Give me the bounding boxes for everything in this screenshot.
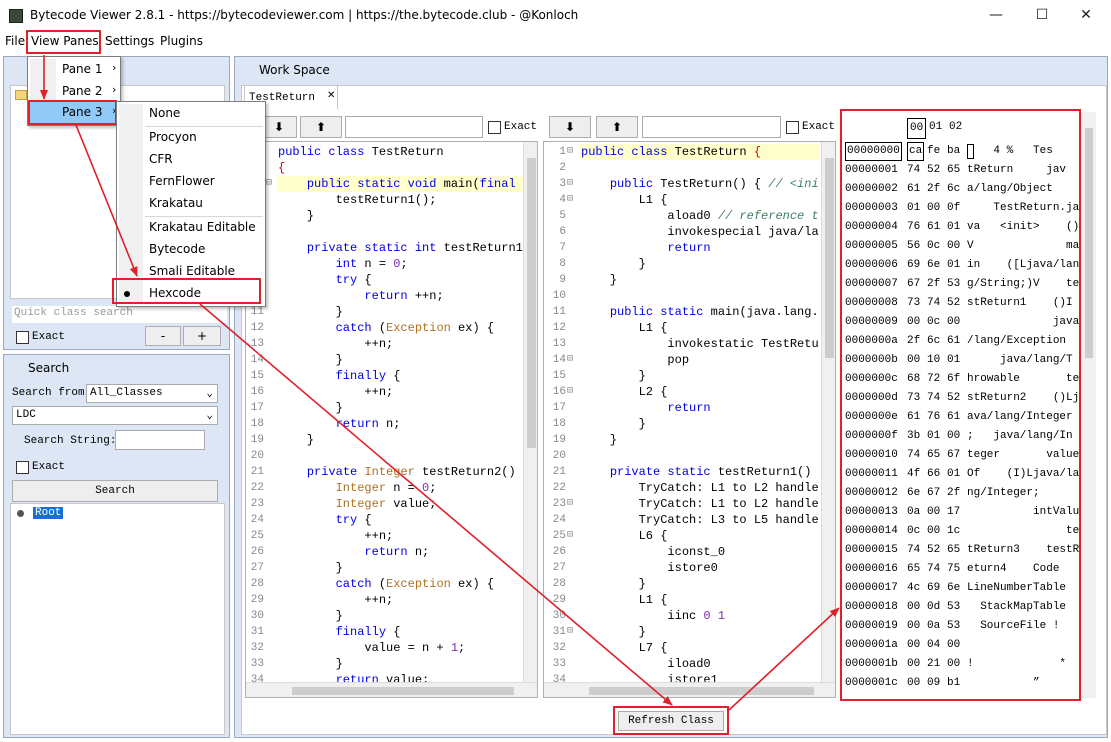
pane2-prev-button[interactable]: ⬇ bbox=[549, 116, 591, 138]
pane2-gutter: 1 2 3 4 5 6 7 8 9 10 11 12 13 14 15 16 1… bbox=[544, 142, 578, 686]
search-string-label: Search String: bbox=[24, 435, 117, 447]
pane1-editor[interactable]: 1 2 3 4 5 6 7 8 9 10 11 12 13 14 15 16 1… bbox=[245, 141, 538, 698]
menu-plugins[interactable]: Plugins bbox=[160, 34, 203, 48]
menu-item-pane2[interactable]: Pane 2 bbox=[62, 84, 103, 98]
search-exact-label: Exact bbox=[32, 461, 66, 473]
collapse-button[interactable]: - bbox=[145, 326, 181, 346]
chevron-down-icon: ⌄ bbox=[206, 410, 213, 422]
pane1-vscroll[interactable] bbox=[523, 142, 537, 682]
hexcode-highlight bbox=[112, 278, 261, 304]
close-button[interactable]: ✕ bbox=[1063, 0, 1109, 30]
chevron-down-icon: ⌄ bbox=[206, 388, 213, 400]
exact-checkbox[interactable] bbox=[16, 331, 29, 344]
arrow-down-icon: ⬇ bbox=[564, 120, 576, 134]
menu-item-procyon[interactable]: Procyon bbox=[149, 130, 197, 144]
search-from-label: Search from bbox=[12, 387, 85, 399]
search-exact-checkbox[interactable] bbox=[16, 461, 29, 474]
chevron-right-icon: › bbox=[112, 83, 117, 96]
workspace-title: Work Space bbox=[259, 63, 330, 77]
search-type-value: LDC bbox=[16, 409, 36, 421]
arrow-up-icon: ⬆ bbox=[611, 120, 623, 134]
arrow-up-icon: ⬆ bbox=[315, 120, 327, 134]
arrow-down-icon: ⬇ bbox=[273, 120, 285, 134]
menu-item-pane1[interactable]: Pane 1 bbox=[62, 62, 103, 76]
expand-button[interactable]: + bbox=[183, 326, 221, 346]
pane2-vscroll[interactable] bbox=[821, 142, 835, 682]
exact-label: Exact bbox=[32, 331, 66, 343]
hex-pane-highlight bbox=[840, 109, 1081, 701]
menu-settings[interactable]: Settings bbox=[105, 34, 154, 48]
menu-item-smali-editable[interactable]: Smali Editable bbox=[149, 264, 235, 278]
menu-item-krakatau[interactable]: Krakatau bbox=[149, 196, 203, 210]
search-from-value: All_Classes bbox=[90, 387, 163, 399]
menu-item-fernflower[interactable]: FernFlower bbox=[149, 174, 215, 188]
search-string-input[interactable] bbox=[115, 430, 205, 450]
menu-item-cfr[interactable]: CFR bbox=[149, 152, 173, 166]
search-panel-title: Search bbox=[28, 361, 70, 375]
folder-icon bbox=[15, 90, 27, 100]
app-icon bbox=[9, 9, 23, 23]
hex-vscroll[interactable] bbox=[1080, 112, 1096, 698]
search-button[interactable]: Search bbox=[12, 480, 218, 502]
pane2-exact-checkbox[interactable] bbox=[786, 121, 799, 134]
pane1-prev-button[interactable]: ⬇ bbox=[261, 116, 297, 138]
pane2-editor[interactable]: 1 2 3 4 5 6 7 8 9 10 11 12 13 14 15 16 1… bbox=[543, 141, 836, 698]
pane1-hscroll[interactable] bbox=[246, 682, 537, 697]
pane2-line-numbers: 1 2 3 4 5 6 7 8 9 10 11 12 13 14 15 16 1… bbox=[552, 146, 566, 686]
pane1-exact-checkbox[interactable] bbox=[488, 121, 501, 134]
pane2-search-input[interactable] bbox=[642, 116, 781, 138]
menu-item-none[interactable]: None bbox=[149, 106, 180, 120]
pane1-code: public class TestReturn { public static … bbox=[278, 145, 531, 687]
pane3-highlight bbox=[28, 100, 117, 125]
pane2-next-button[interactable]: ⬆ bbox=[596, 116, 638, 138]
search-type-select[interactable]: LDC ⌄ bbox=[12, 406, 218, 425]
minimize-button[interactable]: — bbox=[973, 0, 1019, 30]
pane1-search-input[interactable] bbox=[345, 116, 483, 138]
tree-root[interactable]: Root bbox=[33, 507, 64, 519]
refresh-highlight bbox=[613, 706, 729, 735]
pane1-exact-label: Exact bbox=[504, 121, 538, 133]
window-title: Bytecode Viewer 2.8.1 - https://bytecode… bbox=[30, 8, 579, 22]
chevron-right-icon: › bbox=[112, 61, 117, 74]
menu-bar: File View Panes Settings Plugins bbox=[0, 32, 1111, 52]
close-icon[interactable]: ✕ bbox=[327, 90, 335, 101]
tree-node-icon bbox=[17, 510, 24, 517]
menu-item-bytecode[interactable]: Bytecode bbox=[149, 242, 205, 256]
pane3-submenu: None Procyon CFR FernFlower Krakatau Kra… bbox=[116, 101, 266, 307]
pane2-hscroll[interactable] bbox=[544, 682, 835, 697]
menu-file[interactable]: File bbox=[5, 34, 25, 48]
pane1-next-button[interactable]: ⬆ bbox=[300, 116, 342, 138]
search-results-tree: Root bbox=[10, 503, 225, 735]
maximize-button[interactable]: ☐ bbox=[1019, 0, 1065, 30]
pane2-code: public class TestReturn { public TestRet… bbox=[581, 145, 819, 687]
quick-class-search-input[interactable]: Quick class search bbox=[12, 306, 227, 323]
pane2-exact-label: Exact bbox=[802, 121, 836, 133]
search-panel: Search Search from All_Classes ⌄ LDC ⌄ S… bbox=[3, 354, 230, 738]
search-from-select[interactable]: All_Classes ⌄ bbox=[86, 384, 218, 403]
title-bar: Bytecode Viewer 2.8.1 - https://bytecode… bbox=[0, 0, 1111, 32]
view-panes-highlight bbox=[26, 30, 101, 54]
menu-item-krakatau-editable[interactable]: Krakatau Editable bbox=[149, 220, 256, 234]
